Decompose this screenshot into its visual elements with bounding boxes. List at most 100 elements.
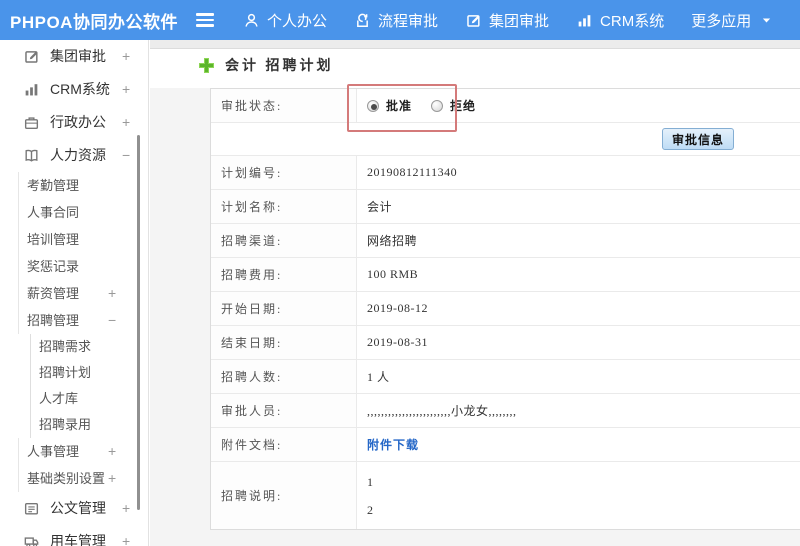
form-row: 开始日期: 2019-08-12 bbox=[211, 292, 800, 326]
sidebar-item-label: 奖惩记录 bbox=[27, 259, 80, 274]
sidebar-item-11[interactable]: 招聘计划 bbox=[30, 360, 148, 386]
form-row: 计划编号: 20190812111340 bbox=[211, 156, 800, 190]
field-label: 招聘费用: bbox=[211, 258, 357, 291]
form-row: 招聘费用: 100 RMB bbox=[211, 258, 800, 292]
field-label: 附件文档: bbox=[211, 428, 357, 461]
expand-icon[interactable]: + bbox=[122, 525, 130, 546]
field-label: 审批状态: bbox=[211, 89, 357, 122]
expand-icon[interactable]: + bbox=[108, 465, 116, 492]
collapse-icon[interactable]: − bbox=[108, 307, 116, 334]
radio-reject[interactable] bbox=[431, 99, 444, 112]
header-strip bbox=[150, 40, 800, 49]
form-row: 招聘渠道: 网络招聘 bbox=[211, 224, 800, 258]
sidebar-item-label: 集团审批 bbox=[50, 48, 106, 64]
top-nav: 个人办公 流程审批 集团审批 CRM系统 更多应用 bbox=[216, 10, 773, 31]
sidebar-item-label: 招聘计划 bbox=[39, 365, 92, 380]
field-value-cell: 2019-08-31 bbox=[357, 326, 800, 359]
sidebar-item-label: 薪资管理 bbox=[27, 286, 80, 301]
field-value: 网络招聘 bbox=[367, 234, 418, 248]
sidebar-item-13[interactable]: 招聘录用 bbox=[30, 412, 148, 438]
field-value-cell: 1 人 bbox=[357, 360, 800, 393]
expand-icon[interactable]: + bbox=[108, 280, 116, 307]
sidebar-item-17[interactable]: 用车管理 + bbox=[0, 525, 148, 546]
form-row: 审批人员: ,,,,,,,,,,,,,,,,,,,,,,,,小龙女,,,,,,,, bbox=[211, 394, 800, 428]
radio-approve-label: 批准 bbox=[386, 99, 413, 113]
sidebar-item-0[interactable]: 集团审批 + bbox=[0, 40, 148, 73]
sidebar-item-label: 公文管理 bbox=[50, 500, 106, 516]
sidebar-item-label: 人力资源 bbox=[50, 147, 106, 163]
sidebar-item-label: 用车管理 bbox=[50, 533, 106, 546]
sidebar-item-5[interactable]: 人事合同 bbox=[18, 199, 148, 226]
sidebar-item-15[interactable]: 基础类别设置 + bbox=[18, 465, 148, 492]
expand-icon[interactable]: + bbox=[122, 40, 130, 73]
attachment-download-link[interactable]: 附件下载 bbox=[367, 436, 419, 453]
field-label: 招聘说明: bbox=[211, 462, 357, 529]
content-header: 会计 招聘计划 bbox=[150, 40, 800, 88]
field-label: 审批人员: bbox=[211, 394, 357, 427]
chart-icon bbox=[23, 81, 40, 98]
form-table: 审批状态: 批准 拒绝 审批信息 计划编号: 20190812111340 计划名称… bbox=[210, 88, 800, 530]
title-row: 会计 招聘计划 bbox=[198, 55, 334, 75]
field-value-line: 2 bbox=[367, 503, 373, 517]
sidebar-item-6[interactable]: 培训管理 bbox=[18, 226, 148, 253]
sidebar-item-8[interactable]: 薪资管理 + bbox=[18, 280, 148, 307]
collapse-icon[interactable]: − bbox=[122, 139, 130, 172]
edit-icon bbox=[23, 48, 40, 65]
sidebar-list: 集团审批 + CRM系统 + 行政办公 + 人力资源 − 考勤管理 人事合同 培训管理 奖惩记录 薪资管… bbox=[0, 40, 148, 546]
field-value: 2019-08-31 bbox=[367, 335, 428, 349]
sidebar-item-9[interactable]: 招聘管理 − bbox=[18, 307, 148, 334]
nav-item-2[interactable]: 集团审批 bbox=[465, 10, 549, 31]
field-label: 计划编号: bbox=[211, 156, 357, 189]
field-value-cell: ,,,,,,,,,,,,,,,,,,,,,,,,小龙女,,,,,,,, bbox=[357, 394, 800, 427]
field-value-cell: 20190812111340 bbox=[357, 156, 800, 189]
sidebar-scrollbar[interactable] bbox=[137, 135, 140, 510]
sidebar-item-12[interactable]: 人才库 bbox=[30, 386, 148, 412]
field-value-cell: 会计 bbox=[357, 190, 800, 223]
field-value: ,,,,,,,,,,,,,,,,,,,,,,,,小龙女,,,,,,,, bbox=[367, 404, 517, 418]
truck-icon bbox=[23, 533, 40, 546]
sidebar-item-3[interactable]: 人力资源 − bbox=[0, 139, 148, 172]
expand-icon[interactable]: + bbox=[108, 438, 116, 465]
nav-item-label: 流程审批 bbox=[378, 12, 439, 30]
field-label: 招聘渠道: bbox=[211, 224, 357, 257]
radio-reject-label: 拒绝 bbox=[450, 99, 477, 113]
news-icon bbox=[23, 500, 40, 517]
sidebar-item-7[interactable]: 奖惩记录 bbox=[18, 253, 148, 280]
expand-icon[interactable]: + bbox=[122, 106, 130, 139]
nav-item-4[interactable]: 更多应用 bbox=[691, 10, 773, 31]
sidebar-item-label: 人事合同 bbox=[27, 205, 80, 220]
expand-icon[interactable]: + bbox=[122, 492, 130, 525]
approve-info-button[interactable]: 审批信息 bbox=[661, 128, 734, 150]
sidebar-item-label: 招聘管理 bbox=[27, 313, 80, 328]
nav-item-0[interactable]: 个人办公 bbox=[243, 10, 327, 31]
field-value: 2019-08-12 bbox=[367, 301, 428, 315]
nav-item-1[interactable]: 流程审批 bbox=[354, 10, 438, 31]
field-value: 20190812111340 bbox=[367, 165, 458, 179]
nav-item-label: 个人办公 bbox=[267, 12, 328, 30]
field-value: 会计 bbox=[367, 200, 393, 214]
sidebar: 集团审批 + CRM系统 + 行政办公 + 人力资源 − 考勤管理 人事合同 培训管理 奖惩记录 薪资管… bbox=[0, 40, 149, 546]
sidebar-item-1[interactable]: CRM系统 + bbox=[0, 73, 148, 106]
sidebar-item-label: 招聘录用 bbox=[39, 417, 92, 432]
chart-icon bbox=[576, 12, 593, 29]
expand-icon[interactable]: + bbox=[122, 73, 130, 106]
sidebar-item-label: 招聘需求 bbox=[39, 339, 92, 354]
nav-item-label: 集团审批 bbox=[489, 12, 550, 30]
sidebar-item-label: 基础类别设置 bbox=[27, 471, 106, 486]
sidebar-item-16[interactable]: 公文管理 + bbox=[0, 492, 148, 525]
form-row-approve-button: 审批信息 bbox=[211, 123, 800, 156]
sidebar-item-4[interactable]: 考勤管理 bbox=[18, 172, 148, 199]
main-content: 会计 招聘计划 审批状态: 批准 拒绝 审批信息 计划编号: 2019081211… bbox=[150, 40, 800, 546]
sidebar-item-label: 人才库 bbox=[39, 391, 79, 406]
sidebar-item-2[interactable]: 行政办公 + bbox=[0, 106, 148, 139]
sidebar-item-10[interactable]: 招聘需求 bbox=[30, 334, 148, 360]
sidebar-item-label: 人事管理 bbox=[27, 444, 80, 459]
nav-item-3[interactable]: CRM系统 bbox=[576, 10, 664, 31]
sidebar-item-14[interactable]: 人事管理 + bbox=[18, 438, 148, 465]
field-value-cell: 附件下载 bbox=[357, 428, 800, 461]
hamburger-menu-icon[interactable] bbox=[196, 10, 216, 30]
sidebar-item-label: 考勤管理 bbox=[27, 178, 80, 193]
form-row: 附件文档: 附件下载 bbox=[211, 428, 800, 462]
radio-approve[interactable] bbox=[367, 99, 379, 112]
field-label: 计划名称: bbox=[211, 190, 357, 223]
